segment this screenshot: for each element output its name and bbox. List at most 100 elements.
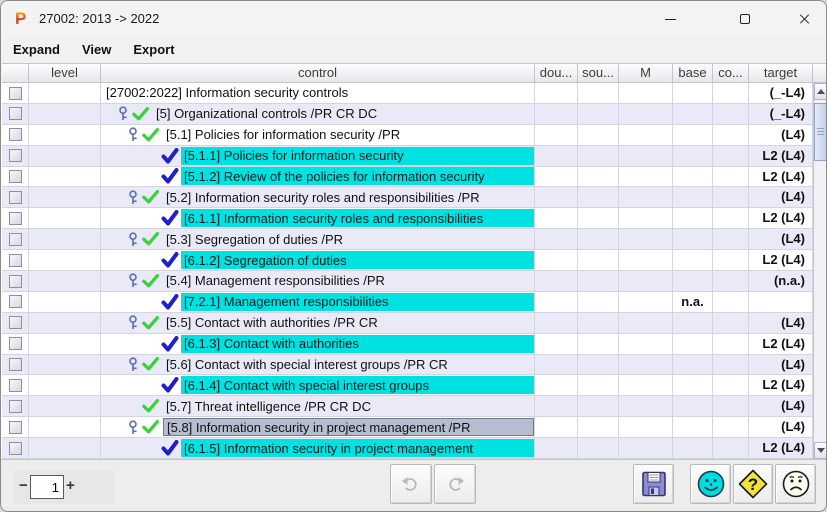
minimize-button[interactable] xyxy=(647,1,693,37)
table-row[interactable]: [5.1.1] Policies for information securit… xyxy=(2,145,813,167)
maximize-button[interactable] xyxy=(722,1,768,37)
table-row[interactable]: [5.2] Information security roles and res… xyxy=(2,187,813,209)
header-target[interactable]: target xyxy=(749,63,813,83)
control-label[interactable]: [5.5] Contact with authorities /PR CR xyxy=(163,314,534,332)
table-row[interactable]: [5.4] Management responsibilities /PR (n.… xyxy=(2,271,813,292)
row-checkbox[interactable] xyxy=(9,107,22,121)
control-label[interactable]: [5.2] Information security roles and res… xyxy=(163,188,534,206)
header-comment[interactable]: co... xyxy=(713,63,749,83)
row-checkbox[interactable] xyxy=(9,211,22,225)
help-icon: ? xyxy=(738,469,768,499)
happy-face-button[interactable] xyxy=(690,464,731,504)
menu-expand[interactable]: Expand xyxy=(3,39,70,60)
control-cell: [5] Organizational controls /PR CR DC xyxy=(101,103,535,125)
table-cell xyxy=(673,250,713,271)
redo-button[interactable] xyxy=(434,464,476,504)
table-row[interactable]: [6.1.3] Contact with authorities L2 (L4) xyxy=(2,333,813,355)
undo-button[interactable] xyxy=(390,464,432,504)
row-checkbox[interactable] xyxy=(9,399,22,413)
row-checkbox[interactable] xyxy=(9,420,22,434)
header-m[interactable]: M xyxy=(619,63,673,83)
vertical-scrollbar[interactable] xyxy=(813,83,826,459)
control-label[interactable]: [5.3] Segregation of duties /PR xyxy=(163,230,534,248)
menu-export[interactable]: Export xyxy=(123,39,184,60)
table-row[interactable]: [6.1.2] Segregation of duties L2 (L4) xyxy=(2,250,813,271)
table-cell xyxy=(713,83,749,104)
control-label[interactable]: [27002:2022] Information security contro… xyxy=(103,84,534,102)
save-button[interactable] xyxy=(633,464,674,504)
zoom-value-input[interactable] xyxy=(30,475,64,499)
row-checkbox[interactable] xyxy=(9,128,22,142)
menu-view[interactable]: View xyxy=(72,39,121,60)
control-label[interactable]: [5.1] Policies for information security … xyxy=(163,126,534,144)
row-checkbox[interactable] xyxy=(9,86,22,100)
scroll-up-button[interactable] xyxy=(814,83,826,100)
table-row[interactable]: [27002:2022] Information security contro… xyxy=(2,83,813,104)
control-label[interactable]: [5.8] Information security in project ma… xyxy=(163,418,534,437)
control-label[interactable]: [6.1.4] Contact with special interest gr… xyxy=(181,376,534,395)
table-cell xyxy=(29,187,101,209)
header-control[interactable]: control xyxy=(101,63,535,83)
row-checkbox[interactable] xyxy=(9,337,22,351)
header-level[interactable]: level xyxy=(29,63,101,83)
row-checkbox[interactable] xyxy=(9,295,22,309)
control-cell: [5.6] Contact with special interest grou… xyxy=(101,354,535,376)
table-row[interactable]: [5.1.2] Review of the policies for infor… xyxy=(2,166,813,188)
row-checkbox[interactable] xyxy=(9,378,22,392)
zoom-out-button[interactable]: − xyxy=(19,477,28,494)
row-checkbox[interactable] xyxy=(9,232,22,246)
table-row[interactable]: [5.1] Policies for information security … xyxy=(2,124,813,146)
scroll-down-button[interactable] xyxy=(814,442,826,459)
scrollbar-thumb[interactable] xyxy=(814,103,826,161)
row-checkbox[interactable] xyxy=(9,149,22,163)
control-label[interactable]: [7.2.1] Management responsibilities xyxy=(181,292,534,311)
table-row[interactable]: [5.6] Contact with special interest grou… xyxy=(2,354,813,376)
close-button[interactable] xyxy=(781,1,826,37)
row-checkbox[interactable] xyxy=(9,253,22,267)
table-row[interactable]: [7.2.1] Management responsibilities n.a. xyxy=(2,291,813,313)
control-label[interactable]: [6.1.1] Information security roles and r… xyxy=(181,209,534,228)
row-checkbox[interactable] xyxy=(9,316,22,330)
control-label[interactable]: [5.7] Threat intelligence /PR CR DC xyxy=(163,397,534,415)
control-label[interactable]: [5.1.2] Review of the policies for infor… xyxy=(181,167,534,186)
row-checkbox[interactable] xyxy=(9,170,22,184)
table-cell xyxy=(673,208,713,230)
row-checkbox[interactable] xyxy=(9,358,22,372)
table-row[interactable]: [5.7] Threat intelligence /PR CR DC (L4) xyxy=(2,396,813,418)
table-row[interactable]: [5.3] Segregation of duties /PR (L4) xyxy=(2,229,813,251)
table-cell xyxy=(713,396,749,418)
control-label[interactable]: [6.1.5] Information security in project … xyxy=(181,439,534,458)
header-source[interactable]: sou... xyxy=(578,63,619,83)
table-row[interactable]: [5.5] Contact with authorities /PR CR (L4… xyxy=(2,312,813,334)
table-cell xyxy=(619,354,673,376)
row-checkbox[interactable] xyxy=(9,441,22,455)
table-cell: (n.a.) xyxy=(749,271,813,292)
table-row[interactable]: [5] Organizational controls /PR CR DC (_-… xyxy=(2,103,813,125)
table-row[interactable]: [5.8] Information security in project ma… xyxy=(2,417,813,439)
table-cell xyxy=(535,229,578,251)
table-row[interactable]: [6.1.5] Information security in project … xyxy=(2,438,813,459)
control-label[interactable]: [5.1.1] Policies for information securit… xyxy=(181,146,534,165)
control-label[interactable]: [5.6] Contact with special interest grou… xyxy=(163,355,534,373)
control-label[interactable]: [6.1.2] Segregation of duties xyxy=(181,251,534,270)
header-checkbox-col[interactable] xyxy=(2,63,29,83)
table-row[interactable]: [6.1.1] Information security roles and r… xyxy=(2,208,813,230)
table-cell xyxy=(2,375,29,397)
row-checkbox[interactable] xyxy=(9,190,22,204)
help-button[interactable]: ? xyxy=(733,464,773,504)
control-cell: [6.1.5] Information security in project … xyxy=(101,438,535,459)
row-checkbox[interactable] xyxy=(9,274,22,288)
control-label[interactable]: [5.4] Management responsibilities /PR xyxy=(163,272,534,290)
sad-face-button[interactable] xyxy=(775,464,816,504)
zoom-in-button[interactable]: + xyxy=(66,477,75,494)
table-cell xyxy=(29,354,101,376)
header-double[interactable]: dou... xyxy=(535,63,578,83)
header-base[interactable]: base xyxy=(673,63,713,83)
table-cell: n.a. xyxy=(673,291,713,313)
control-label[interactable]: [6.1.3] Contact with authorities xyxy=(181,334,534,353)
table-cell xyxy=(29,83,101,104)
table-row[interactable]: [6.1.4] Contact with special interest gr… xyxy=(2,375,813,397)
table-cell: (L4) xyxy=(749,312,813,334)
control-label[interactable]: [5] Organizational controls /PR CR DC xyxy=(153,105,534,123)
